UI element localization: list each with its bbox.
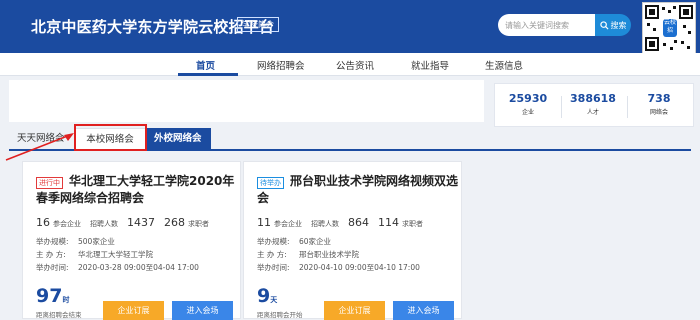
card-stats: 16 参会企业 招聘人数 1437 268 求职者 bbox=[36, 211, 241, 230]
companies-count: 11 bbox=[257, 216, 271, 229]
stat-divider bbox=[627, 96, 628, 118]
hires-label: 招聘人数 bbox=[90, 220, 118, 228]
companies-label: 参会企业 bbox=[53, 220, 81, 228]
countdown: 97时 bbox=[36, 285, 69, 307]
scale-value: 500家企业 bbox=[78, 237, 115, 246]
countdown-unit: 天 bbox=[270, 296, 278, 304]
enter-venue-button[interactable]: 进入会场 bbox=[172, 301, 233, 320]
countdown-unit: 时 bbox=[62, 296, 70, 304]
seekers-count: 114 bbox=[378, 216, 399, 229]
seekers-label: 求职者 bbox=[402, 220, 423, 228]
seekers-label: 求职者 bbox=[188, 220, 209, 228]
scale-key: 举办规模: bbox=[36, 237, 69, 246]
countdown-desc: 距离招聘会开始 bbox=[257, 311, 303, 319]
time-value: 2020-04-10 09:00至04-10 17:00 bbox=[299, 263, 420, 272]
time-row: 举办时间: 2020-04-10 09:00至04-10 17:00 bbox=[257, 262, 462, 273]
stat-divider bbox=[561, 96, 562, 118]
stat-value: 738 bbox=[647, 92, 671, 105]
host-key: 主 办 方: bbox=[257, 250, 287, 259]
time-key: 举办时间: bbox=[36, 263, 69, 272]
time-row: 举办时间: 2020-03-28 09:00至04-04 17:00 bbox=[36, 262, 241, 273]
scale-row: 举办规模: 60家企业 bbox=[257, 236, 462, 247]
nav-career-guidance[interactable]: 就业指导 bbox=[411, 58, 449, 72]
card-title[interactable]: 华北理工大学轻工学院2020年春季网络综合招聘会 bbox=[36, 173, 241, 207]
scale-value: 60家企业 bbox=[299, 237, 332, 246]
qr-code: 云校招 bbox=[642, 2, 696, 54]
enter-venue-button[interactable]: 进入会场 bbox=[393, 301, 454, 320]
countdown-value: 9 bbox=[257, 285, 271, 307]
nav-job-fairs[interactable]: 网络招聘会 bbox=[257, 58, 305, 72]
stat-label: 企业 bbox=[521, 109, 534, 116]
stat-companies: 25930 企业 bbox=[498, 92, 558, 116]
countdown: 9天 bbox=[257, 285, 277, 307]
stat-label: 网络会 bbox=[649, 109, 668, 116]
hires-count: 864 bbox=[348, 216, 369, 229]
stat-value: 388618 bbox=[570, 92, 616, 105]
host-row: 主 办 方: 邢台职业技术学院 bbox=[257, 249, 462, 260]
card-title[interactable]: 邢台职业技术学院网络视频双选会 bbox=[257, 173, 462, 207]
search-button[interactable]: 搜索 bbox=[595, 14, 631, 36]
qr-logo: 云校招 bbox=[663, 19, 677, 37]
banner-area bbox=[9, 80, 484, 122]
scale-key: 举办规模: bbox=[257, 237, 290, 246]
stat-talents: 388618 人才 bbox=[563, 92, 623, 116]
nav-active-underline bbox=[178, 73, 238, 76]
stats-panel: 25930 企业 388618 人才 738 网络会 bbox=[494, 83, 694, 127]
companies-label: 参会企业 bbox=[274, 220, 302, 228]
search-icon bbox=[599, 20, 609, 30]
tab-other-school-fairs[interactable]: 外校网络会 bbox=[145, 128, 211, 149]
nav-news[interactable]: 公告资讯 bbox=[336, 58, 374, 72]
companies-count: 16 bbox=[36, 216, 50, 229]
time-key: 举办时间: bbox=[257, 263, 290, 272]
main-nav: 首页 网络招聘会 公告资讯 就业指导 生源信息 bbox=[0, 53, 700, 76]
host-value: 华北理工大学轻工学院 bbox=[78, 250, 153, 259]
search-input[interactable] bbox=[498, 14, 595, 36]
job-fair-card[interactable]: 待举办 邢台职业技术学院网络视频双选会 11 参会企业 招聘人数 864 114 求职者 … bbox=[243, 161, 462, 320]
countdown-desc: 距离招聘会结束 bbox=[36, 311, 82, 319]
job-fair-card[interactable]: 进行中 华北理工大学轻工学院2020年春季网络综合招聘会 16 参会企业 招聘人数 1… bbox=[22, 161, 241, 320]
stat-label: 人才 bbox=[586, 109, 599, 116]
site-header: 北京中医药大学东方学院云校招平台 学校简介 搜索 云校招 bbox=[0, 0, 700, 54]
subscribe-button[interactable]: 企业订展 bbox=[103, 301, 164, 320]
hires-label: 招聘人数 bbox=[311, 220, 339, 228]
card-stats: 11 参会企业 招聘人数 864 114 求职者 bbox=[257, 211, 462, 230]
countdown-value: 97 bbox=[36, 285, 63, 307]
time-value: 2020-03-28 09:00至04-04 17:00 bbox=[78, 263, 199, 272]
school-intro-button[interactable]: 学校简介 bbox=[237, 17, 279, 32]
nav-home[interactable]: 首页 bbox=[196, 58, 215, 72]
nav-student-info[interactable]: 生源信息 bbox=[485, 58, 523, 72]
search-button-label: 搜索 bbox=[610, 20, 627, 30]
host-row: 主 办 方: 华北理工大学轻工学院 bbox=[36, 249, 241, 260]
stat-online-fairs: 738 网络会 bbox=[629, 92, 689, 116]
stat-value: 25930 bbox=[508, 92, 548, 105]
hires-count: 1437 bbox=[127, 216, 155, 229]
subscribe-button[interactable]: 企业订展 bbox=[324, 301, 385, 320]
host-value: 邢台职业技术学院 bbox=[299, 250, 359, 259]
scale-row: 举办规模: 500家企业 bbox=[36, 236, 241, 247]
host-key: 主 办 方: bbox=[36, 250, 66, 259]
seekers-count: 268 bbox=[164, 216, 185, 229]
